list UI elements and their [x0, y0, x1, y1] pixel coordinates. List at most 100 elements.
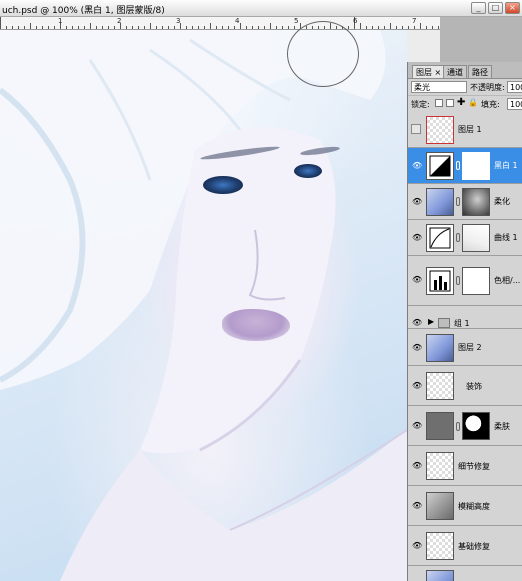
- horizontal-ruler[interactable]: 1 2 3 4 5 6 7: [0, 17, 440, 30]
- eye-icon[interactable]: 👁: [412, 502, 422, 510]
- layer-name: 细节修复: [458, 462, 490, 471]
- ruler-tick: [84, 26, 85, 29]
- layer-thumbnail: [426, 492, 454, 520]
- ruler-label: 3: [176, 17, 181, 25]
- layer-thumbnail: [426, 334, 454, 362]
- layer-mask-thumbnail[interactable]: [462, 267, 490, 295]
- layer-thumbnail: [426, 452, 454, 480]
- fill-label: 填充:: [481, 100, 500, 109]
- tab-layers[interactable]: 图层 ×: [412, 65, 446, 78]
- lips: [222, 309, 290, 341]
- adjustment-curves-thumbnail: [426, 224, 454, 252]
- layer-thumbnail: [426, 532, 454, 560]
- ruler-tick: [162, 26, 163, 29]
- layer-row[interactable]: 👁 柔肤: [408, 406, 522, 446]
- eye-icon[interactable]: 👁: [412, 198, 422, 206]
- eye-icon[interactable]: 👁: [412, 382, 422, 390]
- ruler-tick: [216, 26, 217, 29]
- layer-row[interactable]: 👁 模糊高度: [408, 486, 522, 526]
- eye-icon[interactable]: 👁: [412, 234, 422, 242]
- eye-icon[interactable]: 👁: [412, 462, 422, 470]
- ruler-tick: [378, 26, 379, 29]
- layer-name: 图层 2: [458, 343, 482, 352]
- layer-row-selected[interactable]: 👁 黑白 1: [408, 148, 522, 184]
- ruler-tick: [192, 26, 193, 29]
- ruler-tick: [228, 26, 229, 29]
- ruler-tick: [420, 23, 421, 29]
- layer-row[interactable]: 👁 曲线 1: [408, 220, 522, 256]
- ruler-tick: [156, 26, 157, 29]
- ruler-tick: [90, 23, 91, 29]
- layer-row[interactable]: 👁 基础修复: [408, 526, 522, 566]
- fill-input[interactable]: 100%: [507, 98, 522, 110]
- layer-name: 基础修复: [458, 542, 490, 551]
- ruler-tick: [108, 26, 109, 29]
- eye-icon[interactable]: 👁: [412, 344, 422, 352]
- chain-link-icon[interactable]: [456, 422, 460, 431]
- lock-transparent-icon[interactable]: [435, 99, 443, 107]
- ruler-tick: [372, 26, 373, 29]
- restore-button[interactable]: □: [488, 2, 503, 14]
- chain-link-icon[interactable]: [456, 197, 460, 206]
- chain-link-icon[interactable]: [456, 276, 460, 285]
- layer-row[interactable]: 👁 装饰: [408, 366, 522, 406]
- layers-panel: 图层 × 通道 路径 柔光 不透明度: 100% 锁定: ✚ 🔒 填充: 100…: [407, 62, 522, 581]
- eye-icon[interactable]: 👁: [412, 276, 422, 284]
- ruler-tick: [432, 26, 433, 29]
- tab-channels[interactable]: 通道: [443, 65, 467, 78]
- opacity-label: 不透明度:: [470, 83, 505, 92]
- ruler-tick: [42, 26, 43, 29]
- ruler-tick: [210, 23, 211, 29]
- layer-mask-thumbnail[interactable]: [462, 412, 490, 440]
- layer-row[interactable]: 👁 色相/...: [408, 256, 522, 306]
- layer-thumbnail: [426, 412, 454, 440]
- chain-link-icon[interactable]: [456, 233, 460, 242]
- layer-row[interactable]: [408, 566, 522, 581]
- ruler-tick: [144, 26, 145, 29]
- brush-cursor: [287, 21, 359, 87]
- document-title: uch.psd @ 100% (黑白 1, 图层蒙版/8): [2, 6, 165, 16]
- ruler-tick: [78, 26, 79, 29]
- close-button[interactable]: ×: [505, 2, 520, 14]
- canvas-pasteboard: [440, 17, 522, 62]
- eye-icon[interactable]: 👁: [412, 162, 422, 170]
- ruler-tick: [138, 26, 139, 29]
- layer-row[interactable]: 👁 图层 2: [408, 330, 522, 366]
- lock-label: 锁定:: [411, 100, 430, 109]
- layer-row[interactable]: 图层 1: [408, 112, 522, 148]
- blend-mode-select[interactable]: 柔光: [411, 81, 467, 93]
- folder-icon: [438, 318, 450, 328]
- layer-thumbnail: [426, 570, 454, 581]
- image-canvas[interactable]: [0, 30, 407, 581]
- lock-image-icon[interactable]: [446, 99, 454, 107]
- ruler-tick: [198, 26, 199, 29]
- eye-icon[interactable]: 👁: [412, 542, 422, 550]
- tab-paths[interactable]: 路径: [468, 65, 492, 78]
- eye-icon[interactable]: 👁: [412, 422, 422, 430]
- opacity-input[interactable]: 100%: [507, 81, 522, 93]
- layer-row[interactable]: 👁 柔化: [408, 184, 522, 220]
- layer-group-row[interactable]: 👁 ▶ 组 1: [408, 316, 522, 329]
- ruler-tick: [48, 26, 49, 29]
- ruler-tick: [282, 26, 283, 29]
- layer-name: 黑白 1: [494, 161, 518, 170]
- ruler-tick: [414, 26, 415, 29]
- ruler-tick: [408, 26, 409, 29]
- layer-row[interactable]: 👁 细节修复: [408, 446, 522, 486]
- ruler-label: 6: [353, 17, 358, 25]
- layer-name: 曲线 1: [494, 233, 518, 242]
- layer-name: 柔肤: [494, 422, 510, 431]
- visibility-toggle[interactable]: [411, 124, 421, 134]
- lock-position-icon[interactable]: ✚: [457, 97, 465, 108]
- layer-mask-thumbnail[interactable]: [462, 152, 490, 180]
- eye-icon[interactable]: 👁: [412, 318, 422, 327]
- minimize-button[interactable]: _: [471, 2, 486, 14]
- ruler-tick: [222, 26, 223, 29]
- chain-link-icon[interactable]: [456, 161, 460, 170]
- expand-arrow-icon[interactable]: ▶: [428, 317, 434, 326]
- layer-mask-thumbnail[interactable]: [462, 224, 490, 252]
- ruler-tick: [288, 26, 289, 29]
- lock-all-icon[interactable]: 🔒: [468, 98, 478, 107]
- ruler-tick: [246, 26, 247, 29]
- layer-mask-thumbnail[interactable]: [462, 188, 490, 216]
